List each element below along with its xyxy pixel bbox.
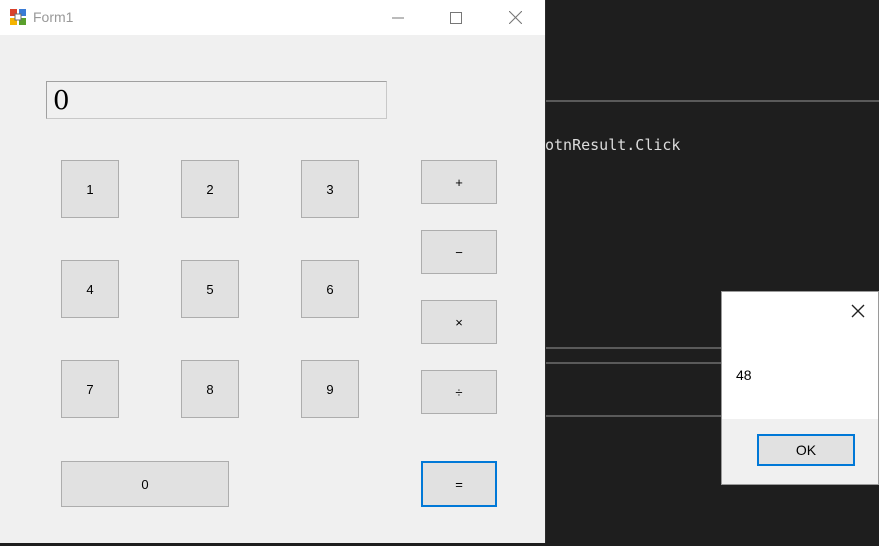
- close-button[interactable]: [486, 0, 544, 35]
- digit-5-button[interactable]: 5: [181, 260, 239, 318]
- digit-3-button[interactable]: 3: [301, 160, 359, 218]
- dialog-message: 48: [736, 367, 752, 383]
- result-display[interactable]: 0: [46, 81, 387, 119]
- digit-1-button[interactable]: 1: [61, 160, 119, 218]
- ok-button[interactable]: OK: [757, 434, 855, 466]
- close-icon: [508, 11, 522, 24]
- digit-8-button[interactable]: 8: [181, 360, 239, 418]
- calculator-window: Form1 0 1 2 3 4 5 6 7 8 9 0 + − × ÷ =: [0, 0, 546, 543]
- digit-7-button[interactable]: 7: [61, 360, 119, 418]
- minus-button[interactable]: −: [421, 230, 497, 274]
- minimize-icon: [392, 17, 404, 18]
- digit-6-button[interactable]: 6: [301, 260, 359, 318]
- digit-2-button[interactable]: 2: [181, 160, 239, 218]
- ide-divider: [545, 100, 879, 102]
- plus-button[interactable]: +: [421, 160, 497, 204]
- digit-0-button[interactable]: 0: [61, 461, 229, 507]
- title-bar[interactable]: Form1: [0, 0, 545, 35]
- ide-code-line: otnResult.Click: [545, 136, 681, 154]
- maximize-button[interactable]: [427, 0, 485, 35]
- minimize-button[interactable]: [369, 0, 427, 35]
- digit-4-button[interactable]: 4: [61, 260, 119, 318]
- maximize-icon: [450, 11, 462, 24]
- dialog-footer: OK: [722, 419, 878, 484]
- divide-button[interactable]: ÷: [421, 370, 497, 414]
- digit-9-button[interactable]: 9: [301, 360, 359, 418]
- message-dialog: 48 OK: [721, 291, 879, 485]
- multiply-button[interactable]: ×: [421, 300, 497, 344]
- close-icon[interactable]: [850, 303, 866, 319]
- window-title: Form1: [33, 9, 74, 25]
- app-icon: [10, 9, 26, 25]
- equals-button[interactable]: =: [421, 461, 497, 507]
